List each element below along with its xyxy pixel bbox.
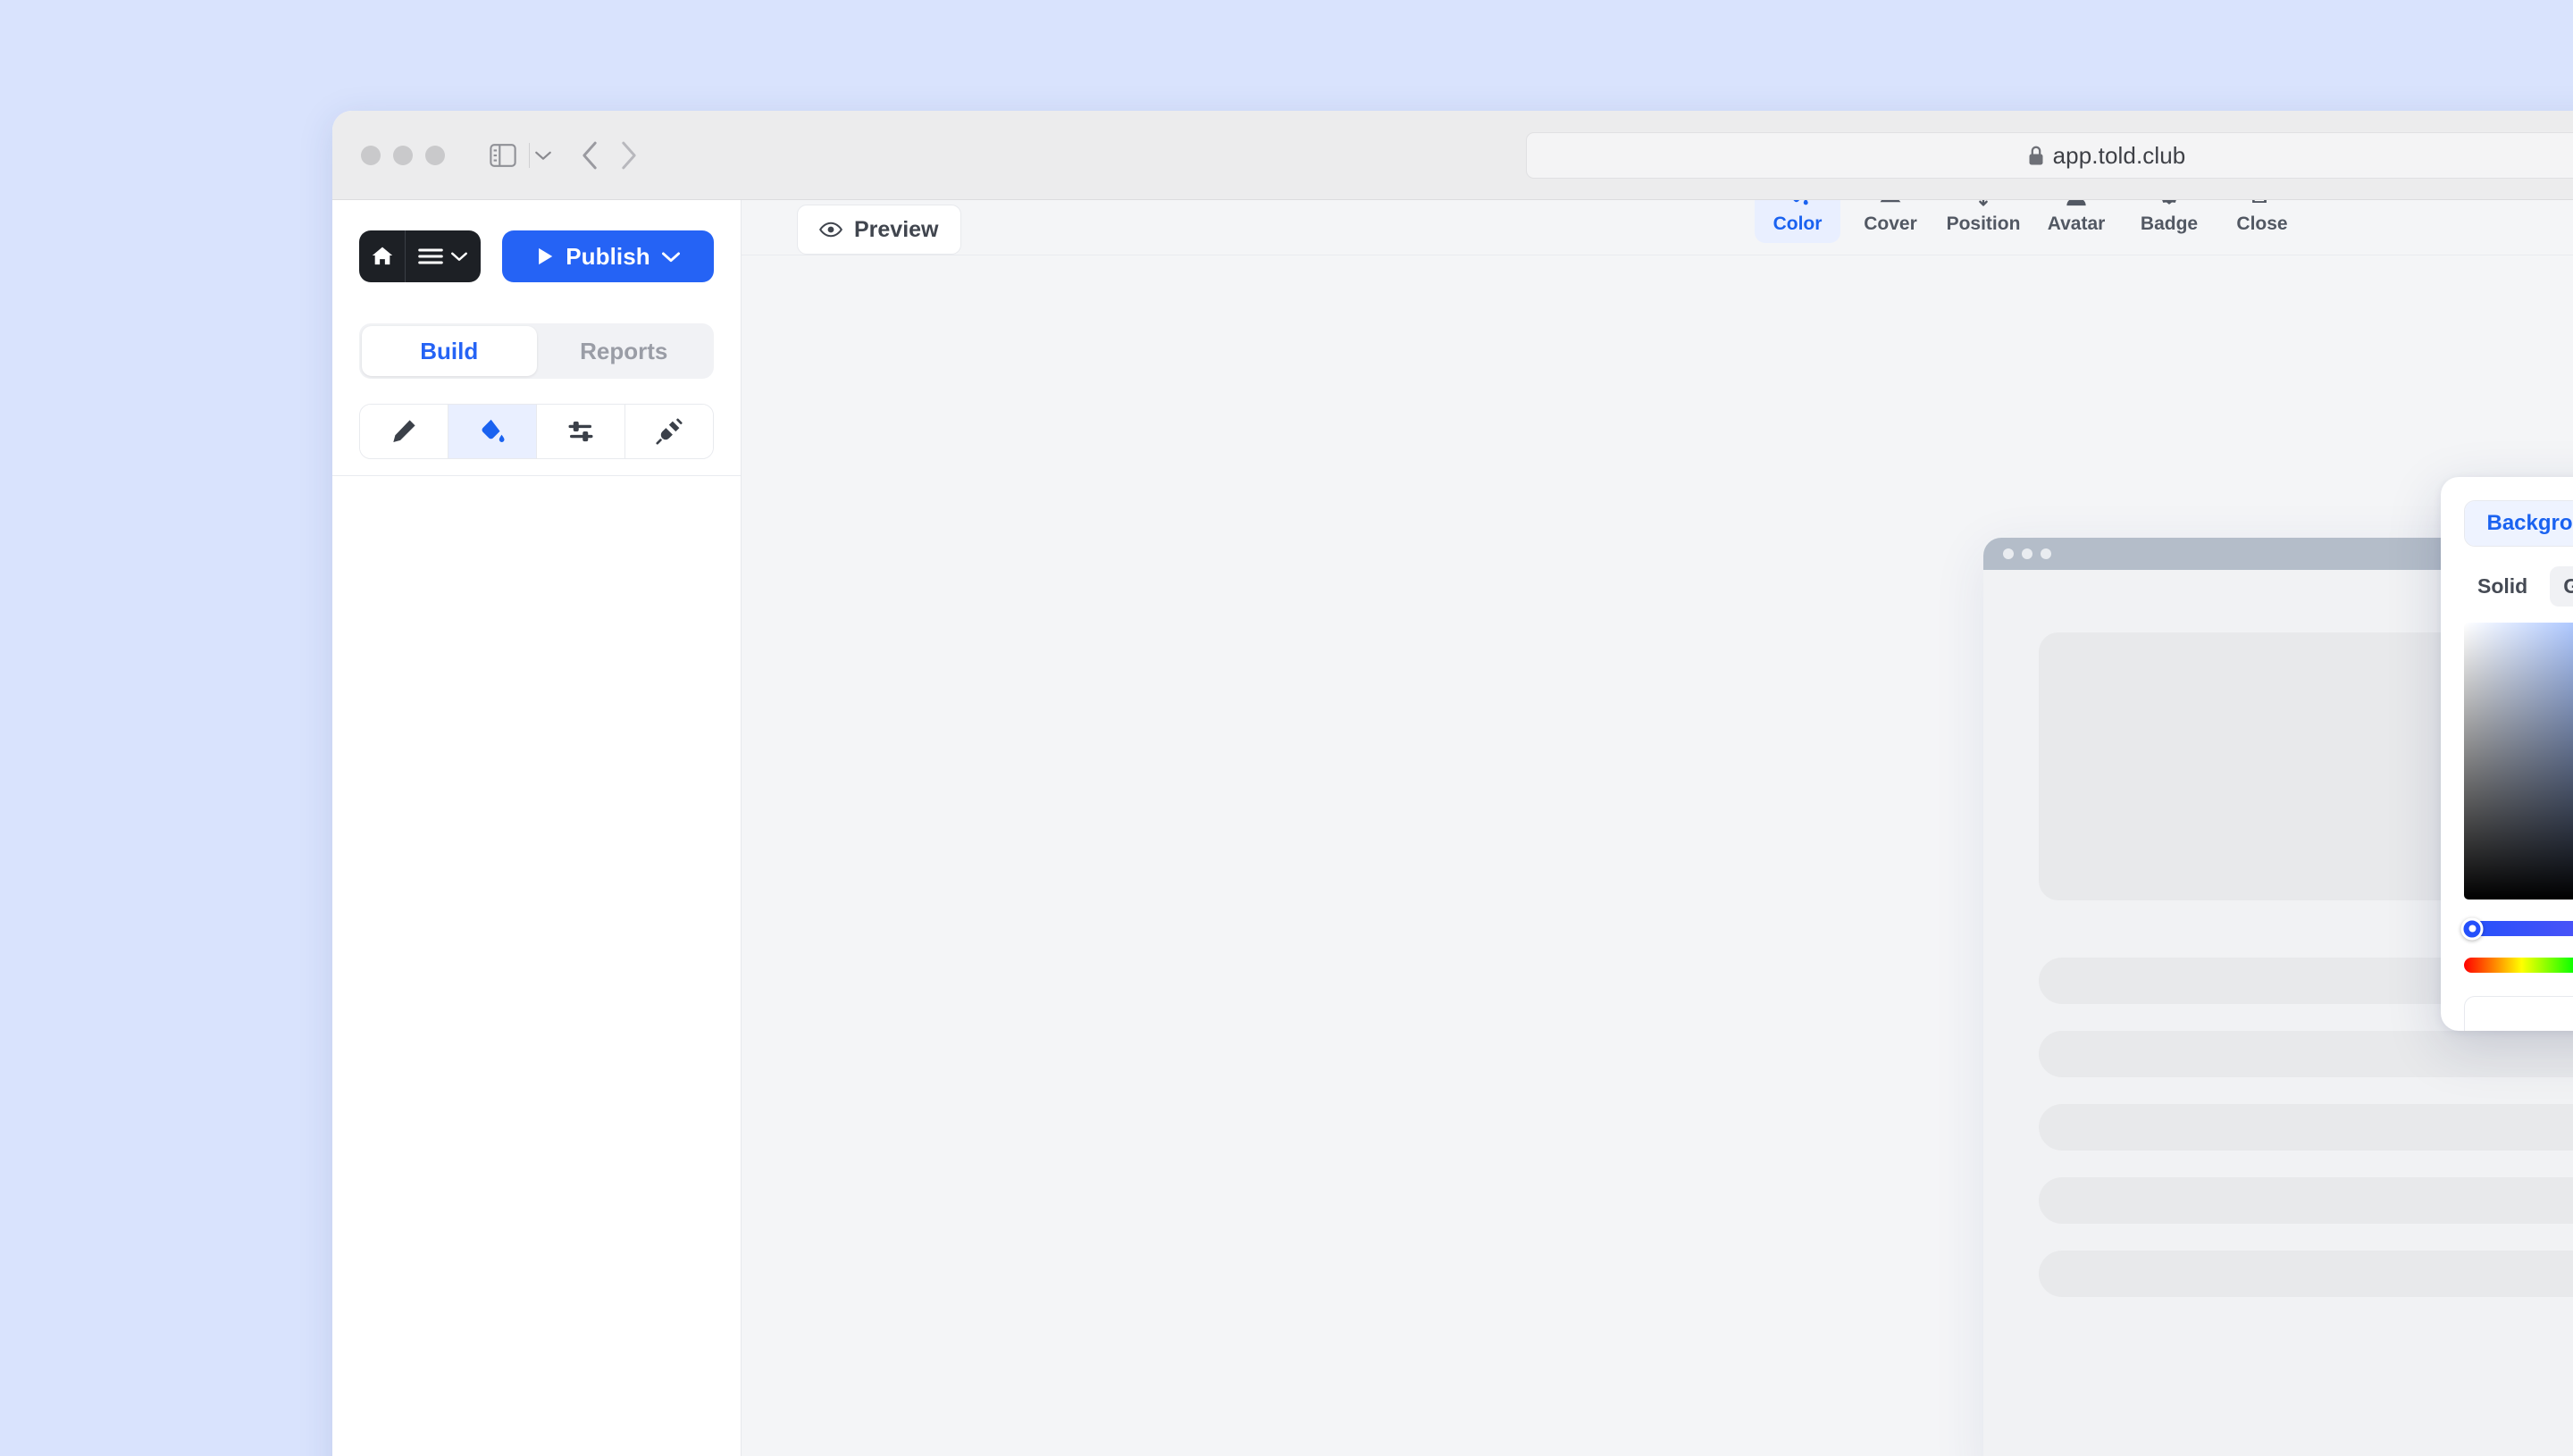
mock-traffic-light — [2003, 548, 2014, 559]
browser-chrome: app.told.club A 文 — [332, 111, 2573, 200]
gradient-stop-handle-1[interactable] — [2461, 917, 2484, 940]
publish-label: Publish — [566, 243, 650, 271]
tab-close-label: Close — [2236, 213, 2287, 235]
move-icon — [1972, 200, 1995, 207]
pencil-icon[interactable] — [360, 405, 448, 458]
sliders-icon[interactable] — [537, 405, 625, 458]
url-text-wrap: app.told.club — [2028, 142, 2186, 170]
close-window-button[interactable] — [361, 146, 381, 165]
preview-button[interactable]: Preview — [797, 205, 961, 255]
saturation-value-area[interactable] — [2464, 623, 2573, 900]
tab-position[interactable]: Position — [1940, 200, 2026, 243]
chevron-down-icon — [451, 251, 467, 262]
sidebar-toggle-icon[interactable] — [490, 144, 516, 167]
sidebar-segmented-tabs: Build Reports — [359, 323, 714, 379]
home-icon — [371, 245, 394, 268]
url-bar[interactable]: app.told.club A 文 — [1526, 132, 2573, 179]
page-root: app.told.club A 文 — [0, 0, 2573, 1456]
tab-cover[interactable]: Cover — [1848, 200, 1933, 243]
plug-icon[interactable] — [625, 405, 713, 458]
browser-window: app.told.club A 文 — [332, 111, 2573, 1456]
minimize-window-button[interactable] — [393, 146, 413, 165]
eye-icon — [819, 221, 842, 238]
lock-icon — [2028, 145, 2044, 166]
fill-mode-row: Solid Gradient — [2464, 566, 2573, 607]
mock-traffic-light — [2022, 548, 2032, 559]
sidebar-nav-group — [359, 230, 481, 282]
tab-position-label: Position — [1947, 213, 2021, 235]
url-text: app.told.club — [2053, 142, 2186, 170]
skeleton-line — [2039, 1031, 2573, 1077]
canvas-area: Preview Color — [742, 200, 2573, 1456]
mode-solid[interactable]: Solid — [2464, 566, 2541, 607]
paint-bucket-icon — [1786, 200, 1809, 207]
tab-avatar[interactable]: Avatar — [2033, 200, 2119, 243]
chrome-divider — [529, 143, 530, 168]
preview-label: Preview — [854, 217, 939, 243]
image-icon — [1879, 200, 1902, 207]
mode-gradient[interactable]: Gradient — [2550, 566, 2573, 607]
tab-cover-label: Cover — [1864, 213, 1917, 235]
play-icon — [536, 247, 554, 266]
person-icon — [2065, 200, 2088, 207]
tab-avatar-label: Avatar — [2048, 213, 2106, 235]
forward-button[interactable] — [619, 140, 639, 171]
tab-color-label: Color — [1773, 213, 1823, 235]
tab-color[interactable]: Color — [1755, 200, 1840, 243]
tab-badge-label: Badge — [2141, 213, 2198, 235]
badge-check-icon — [2158, 200, 2181, 207]
sidebar-tool-row — [359, 404, 714, 459]
home-button[interactable] — [359, 230, 406, 282]
publish-button[interactable]: Publish — [502, 230, 714, 282]
color-picker-popover: Background Text Solid Gradient — [2441, 477, 2573, 1031]
skeleton-line — [2039, 1104, 2573, 1151]
tab-build[interactable]: Build — [362, 326, 537, 376]
chevron-down-icon — [662, 251, 680, 263]
mock-traffic-light — [2041, 548, 2051, 559]
maximize-window-button[interactable] — [425, 146, 445, 165]
sidebar-divider — [332, 475, 741, 476]
canvas-topbar: Preview Color — [742, 200, 2573, 255]
tab-background[interactable]: Background — [2465, 501, 2573, 546]
hex-color-input[interactable]: 0555ff — [2464, 996, 2573, 1031]
skeleton-line — [2039, 1251, 2573, 1297]
gradient-stops-slider[interactable] — [2464, 921, 2573, 936]
hamburger-menu-icon — [418, 247, 443, 265]
menu-button[interactable] — [406, 230, 481, 282]
close-widget-icon — [2250, 200, 2274, 207]
widget-toolbar-tabs: Color Cover — [1755, 200, 2305, 243]
tab-close[interactable]: Close — [2219, 200, 2305, 243]
picker-tab-group: Background Text — [2464, 500, 2573, 547]
app-area: Publish Build Reports — [332, 200, 2573, 1456]
chevron-down-icon[interactable] — [535, 150, 551, 161]
back-button[interactable] — [580, 140, 599, 171]
traffic-lights — [361, 146, 445, 165]
skeleton-line — [2039, 1177, 2573, 1224]
tab-reports[interactable]: Reports — [537, 326, 712, 376]
tab-badge[interactable]: Badge — [2126, 200, 2212, 243]
sidebar-top-bar: Publish — [332, 200, 741, 282]
hue-slider[interactable] — [2464, 958, 2573, 973]
app-sidebar: Publish Build Reports — [332, 200, 742, 1456]
paint-bucket-icon[interactable] — [448, 405, 537, 458]
